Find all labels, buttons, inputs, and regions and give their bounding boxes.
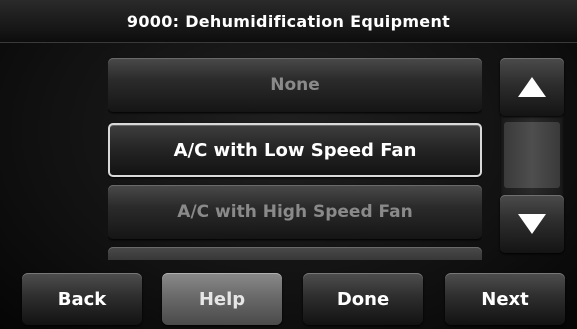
help-label: Help bbox=[198, 288, 246, 310]
option-label: None bbox=[270, 75, 320, 95]
title-bar: 9000: Dehumidification Equipment bbox=[0, 0, 577, 43]
thermostat-screen: 9000: Dehumidification Equipment None A/… bbox=[0, 0, 577, 329]
option-partial-next[interactable] bbox=[108, 247, 482, 260]
back-button[interactable]: Back bbox=[22, 273, 142, 325]
next-label: Next bbox=[481, 288, 529, 310]
triangle-down-icon bbox=[518, 214, 546, 234]
next-button[interactable]: Next bbox=[445, 273, 565, 325]
scroll-up-button[interactable] bbox=[500, 58, 564, 116]
option-label: A/C with High Speed Fan bbox=[177, 202, 413, 222]
option-label: A/C with Low Speed Fan bbox=[173, 139, 417, 161]
bottom-nav: Back Help Done Next bbox=[0, 268, 577, 329]
back-label: Back bbox=[57, 288, 107, 310]
option-ac-low-speed-fan[interactable]: A/C with Low Speed Fan bbox=[108, 123, 482, 177]
triangle-up-icon bbox=[518, 77, 546, 97]
done-label: Done bbox=[336, 288, 390, 310]
scroll-down-button[interactable] bbox=[500, 195, 564, 253]
scrollbar-thumb[interactable] bbox=[504, 122, 560, 188]
option-none[interactable]: None bbox=[108, 58, 482, 112]
page-title: 9000: Dehumidification Equipment bbox=[126, 11, 451, 31]
help-button[interactable]: Help bbox=[162, 273, 282, 325]
done-button[interactable]: Done bbox=[303, 273, 423, 325]
option-list: None A/C with Low Speed Fan A/C with Hig… bbox=[108, 55, 482, 260]
option-ac-high-speed-fan[interactable]: A/C with High Speed Fan bbox=[108, 185, 482, 239]
